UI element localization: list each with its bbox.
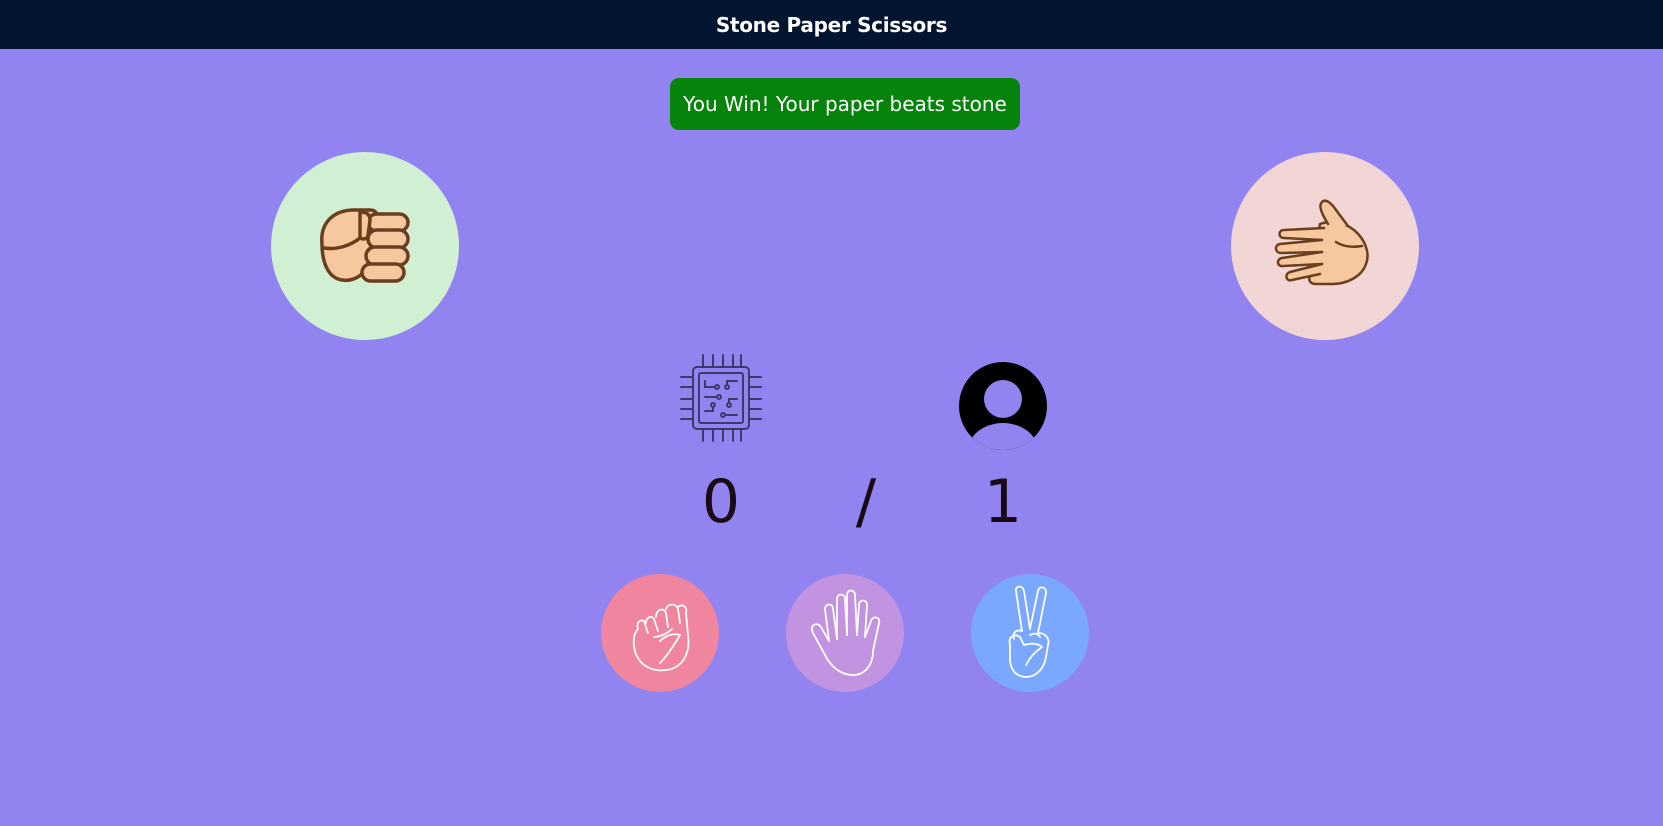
user-avatar-icon	[959, 362, 1047, 450]
user-score: 1	[983, 467, 1023, 537]
cpu-chip-icon	[680, 354, 762, 442]
paper-hand-icon	[811, 589, 881, 676]
scissors-button[interactable]	[971, 574, 1089, 692]
page-title: Stone Paper Scissors	[715, 12, 948, 37]
user-choice-display	[1231, 152, 1419, 340]
result-message: You Win! Your paper beats stone	[670, 78, 1020, 130]
score-separator: /	[855, 467, 877, 537]
fist-icon	[320, 208, 410, 283]
header-bar: Stone Paper Scissors	[0, 0, 1663, 49]
stone-fist-icon	[632, 603, 690, 672]
scissors-hand-icon	[1008, 585, 1050, 678]
computer-choice-display	[271, 152, 459, 340]
stone-button[interactable]	[601, 574, 719, 692]
paper-button[interactable]	[786, 574, 904, 692]
computer-player	[678, 353, 764, 443]
open-hand-icon	[1274, 199, 1369, 286]
user-player	[958, 361, 1048, 451]
computer-score: 0	[701, 467, 741, 537]
